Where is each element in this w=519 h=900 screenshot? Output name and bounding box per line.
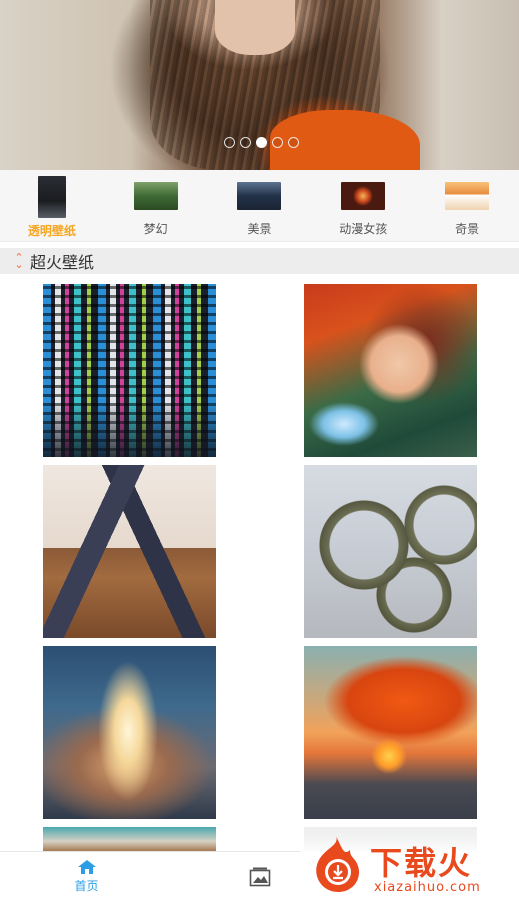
wallpaper-tile[interactable] bbox=[304, 646, 477, 819]
nav-home[interactable]: 首页 bbox=[0, 852, 173, 900]
category-scenery[interactable]: 美景 bbox=[209, 170, 309, 237]
watermark-text: 下载火 bbox=[370, 844, 473, 882]
carousel-dot[interactable] bbox=[240, 137, 251, 148]
category-anime-girls[interactable]: 动漫女孩 bbox=[313, 170, 413, 237]
carousel-dots bbox=[224, 137, 299, 148]
home-icon bbox=[77, 860, 96, 874]
wallpaper-tile[interactable] bbox=[43, 284, 216, 457]
section-header: ⌃ ⌄ 超火壁纸 bbox=[0, 248, 519, 274]
wallpaper-tile[interactable] bbox=[43, 827, 216, 851]
wallpaper-tile[interactable] bbox=[43, 465, 216, 638]
carousel-dot[interactable] bbox=[272, 137, 283, 148]
watermark-logo: 下载火 xiazaihuo.com bbox=[300, 826, 519, 900]
section-title: 超火壁纸 bbox=[30, 253, 95, 272]
category-label: 动漫女孩 bbox=[339, 222, 388, 236]
category-label: 美景 bbox=[247, 222, 272, 236]
sort-icon: ⌃ ⌄ bbox=[14, 251, 24, 271]
category-label: 奇景 bbox=[455, 222, 480, 236]
flame-logo-icon bbox=[316, 836, 360, 892]
wallpaper-tile[interactable] bbox=[43, 646, 216, 819]
carousel-dot-active[interactable] bbox=[256, 137, 267, 148]
category-thumbnail bbox=[341, 182, 386, 210]
nav-home-label: 首页 bbox=[74, 879, 99, 893]
category-wonders[interactable]: 奇景 bbox=[417, 170, 517, 237]
carousel-dot[interactable] bbox=[288, 137, 299, 148]
gallery-icon bbox=[249, 867, 270, 886]
banner-image-face bbox=[215, 0, 295, 55]
category-bar: 透明壁纸 梦幻 美景 动漫女孩 奇景 bbox=[0, 170, 519, 242]
category-transparent[interactable]: 透明壁纸 bbox=[2, 170, 102, 239]
category-thumbnail bbox=[37, 176, 66, 218]
wallpaper-tile[interactable] bbox=[304, 284, 477, 457]
category-fantasy[interactable]: 梦幻 bbox=[106, 170, 206, 237]
banner-carousel[interactable] bbox=[0, 0, 519, 170]
category-thumbnail bbox=[237, 182, 282, 210]
category-label: 梦幻 bbox=[143, 222, 168, 236]
wallpaper-tile[interactable] bbox=[304, 465, 477, 638]
category-label: 透明壁纸 bbox=[27, 224, 76, 238]
watermark-url: xiazaihuo.com bbox=[374, 880, 481, 895]
category-thumbnail bbox=[445, 182, 490, 210]
carousel-dot[interactable] bbox=[224, 137, 235, 148]
category-thumbnail bbox=[133, 182, 178, 210]
